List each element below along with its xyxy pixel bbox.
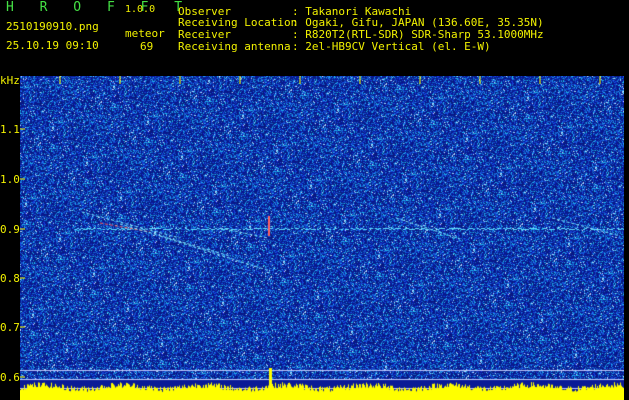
y-tick-label: 0.8 bbox=[0, 272, 20, 285]
y-tick-label: 1.0 bbox=[0, 173, 20, 186]
y-unit-label: kHz bbox=[0, 74, 20, 87]
y-tick-label: 0.6 bbox=[0, 371, 20, 384]
file-name: 2510190910.png bbox=[6, 20, 99, 33]
y-tick-label: 0.7 bbox=[0, 321, 20, 334]
antenna-label: Receiving antenna bbox=[178, 40, 291, 53]
antenna-value: : 2el-HB9CV Vertical (el. E-W) bbox=[292, 40, 491, 53]
spectrogram-overlay bbox=[20, 76, 601, 378]
spectrogram-panel bbox=[20, 76, 624, 400]
file-timestamp: 25.10.19 09:10 bbox=[6, 39, 99, 52]
y-tick-label: 1.1 bbox=[0, 123, 20, 136]
app-version: 1.0.0 bbox=[125, 4, 156, 15]
meteor-label: meteor bbox=[125, 27, 165, 40]
y-tick-label: 0.9 bbox=[0, 223, 20, 236]
app-title: H R O F F T bbox=[6, 0, 192, 15]
meteor-count: 69 bbox=[140, 40, 154, 53]
